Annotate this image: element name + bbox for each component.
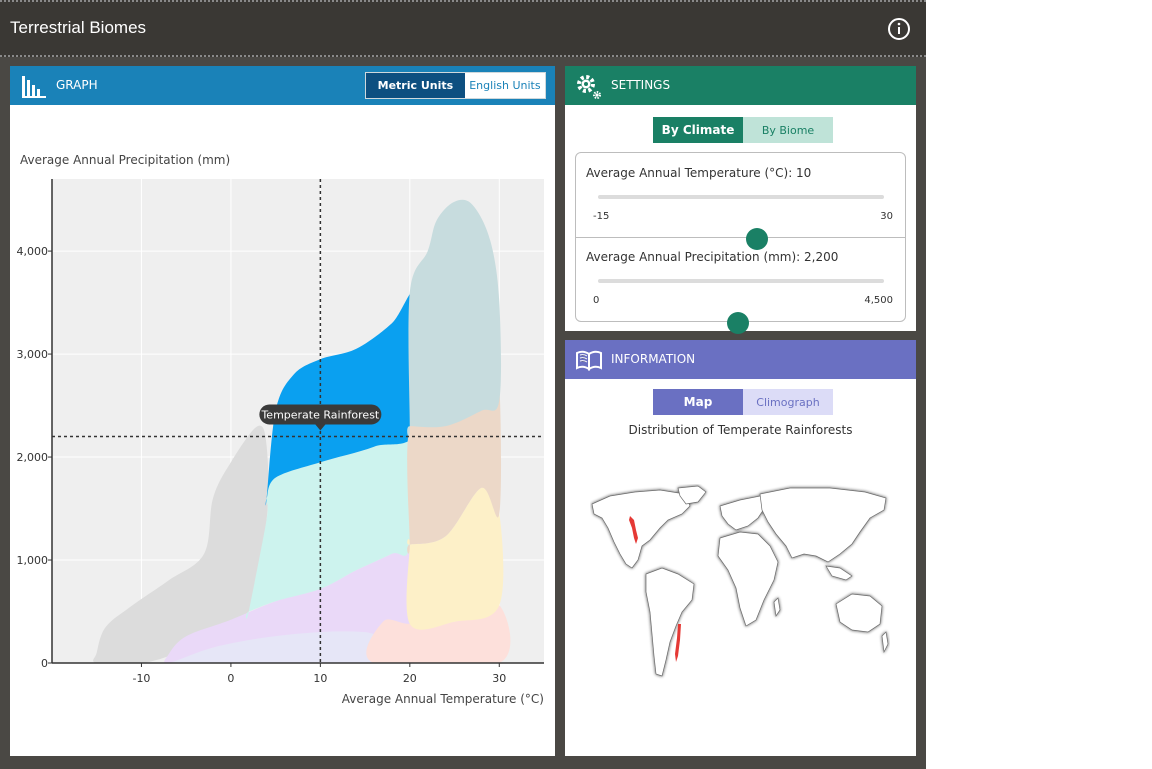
y-tick-label: 1,000 (17, 554, 49, 567)
world-map (591, 485, 889, 677)
tooltip-text: Temperate Rainforest (260, 408, 379, 421)
precipitation-slider-thumb[interactable] (726, 312, 749, 334)
settings-panel: SETTINGS By Climate By Biome Average Ann… (565, 66, 916, 334)
africa-shape (717, 531, 779, 627)
unit-toggle: Metric Units English Units (365, 72, 546, 99)
y-tick-label: 4,000 (17, 245, 49, 258)
rainforest-distribution-south-america (675, 624, 681, 662)
gear-icon (577, 75, 601, 99)
precipitation-slider-row: Average Annual Precipitation (mm): 2,200… (576, 237, 905, 334)
bar-chart-icon (22, 76, 46, 98)
graph-panel-title: GRAPH (56, 78, 98, 92)
climograph-button[interactable]: Climograph (743, 389, 833, 415)
precipitation-slider-label: Average Annual Precipitation (mm): 2,200 (586, 250, 839, 264)
by-climate-button[interactable]: By Climate (653, 117, 743, 143)
x-tick-label: 20 (403, 672, 417, 685)
graph-panel: GRAPH Metric Units English Units -10 0 10 2… (10, 66, 555, 756)
new-zealand-shape (881, 631, 889, 654)
graph-panel-header: GRAPH Metric Units English Units (10, 66, 555, 105)
asia-shape (759, 487, 887, 563)
app-window: Terrestrial Biomes GRAPH Metric Units En… (0, 0, 926, 769)
biome-graph[interactable]: -10 0 10 20 30 0 1,000 2,000 3,000 4,000 Average A… (10, 105, 555, 756)
metric-units-button[interactable]: Metric Units (366, 73, 465, 98)
temperature-min-label: -15 (593, 211, 610, 222)
europe-shape (719, 495, 767, 531)
information-panel-header: INFORMATION (565, 340, 916, 379)
temperature-slider-row: Average Annual Temperature (°C): 10 -15 … (576, 153, 905, 250)
australia-shape (835, 593, 883, 633)
x-tick-label: 0 (227, 672, 234, 685)
settings-panel-header: SETTINGS (565, 66, 916, 105)
y-tick-label: 3,000 (17, 348, 49, 361)
x-tick-label: -10 (132, 672, 150, 685)
map-button[interactable]: Map (653, 389, 743, 415)
x-axis-title: Average Annual Temperature (°C) (342, 692, 544, 706)
english-units-button[interactable]: English Units (464, 73, 545, 98)
y-tick-label: 2,000 (17, 451, 49, 464)
settings-panel-title: SETTINGS (611, 78, 671, 92)
temperature-slider-label: Average Annual Temperature (°C): 10 (586, 166, 812, 180)
mode-toggle: By Climate By Biome (653, 117, 833, 143)
info-icon[interactable] (887, 17, 911, 41)
north-america-shape (591, 489, 691, 569)
south-america-shape (645, 567, 695, 677)
app-title: Terrestrial Biomes (10, 18, 147, 37)
southeast-asia-shape (825, 565, 853, 581)
precipitation-min-label: 0 (593, 295, 600, 306)
temperature-slider-track[interactable] (598, 195, 884, 250)
info-view-toggle: Map Climograph (653, 389, 833, 415)
book-icon (576, 350, 602, 371)
slider-box: Average Annual Temperature (°C): 10 -15 … (575, 152, 906, 334)
madagascar-shape (773, 597, 781, 617)
y-tick-label: 0 (41, 657, 48, 670)
x-tick-label: 30 (492, 672, 506, 685)
distribution-title: Distribution of Temperate Rainforests (628, 423, 853, 437)
y-axis-title: Average Annual Precipitation (mm) (20, 153, 230, 167)
temperature-max-label: 30 (880, 211, 893, 222)
information-panel: INFORMATION Map Climograph Distribution … (565, 340, 916, 756)
information-panel-title: INFORMATION (611, 352, 696, 366)
by-biome-button[interactable]: By Biome (743, 117, 833, 143)
precipitation-max-label: 4,500 (864, 295, 893, 306)
title-bar: Terrestrial Biomes (0, 0, 926, 57)
x-tick-label: 10 (313, 672, 327, 685)
precipitation-slider-track[interactable] (598, 279, 884, 334)
